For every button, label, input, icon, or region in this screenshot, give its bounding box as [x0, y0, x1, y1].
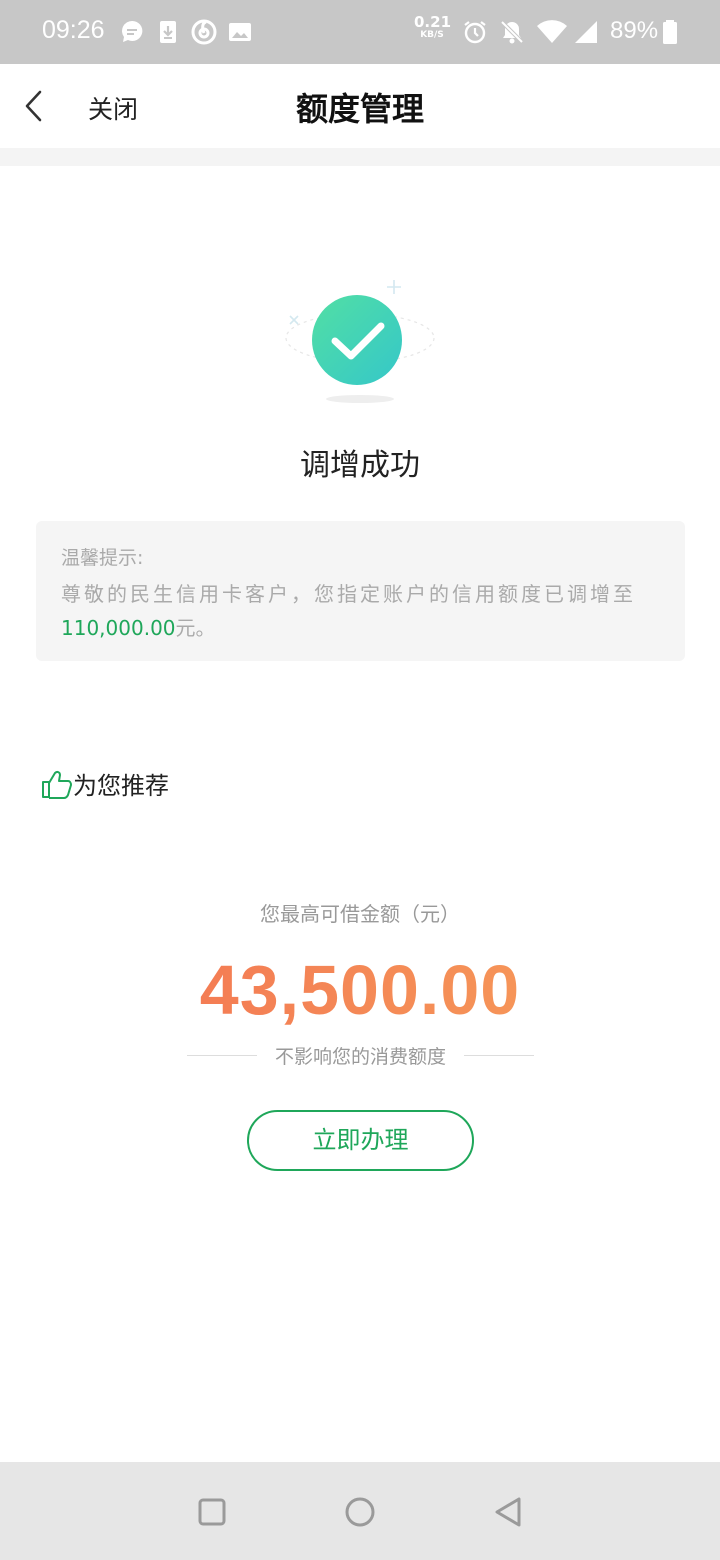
tip-body-suffix: 元。 — [175, 616, 216, 640]
image-icon — [229, 23, 251, 41]
tip-body: 尊敬的民生信用卡客户，您指定账户的信用额度已调增至 110,000.00元。 — [61, 577, 671, 645]
system-nav-bar — [0, 1462, 720, 1560]
tip-body-prefix: 尊敬的民生信用卡客户，您指定账户的信用额度已调增至 — [61, 582, 636, 606]
tip-title: 温馨提示: — [61, 547, 144, 569]
thumbs-up-icon — [42, 770, 72, 799]
success-check-icon — [285, 280, 435, 403]
loan-caption: 您最高可借金额（元） — [260, 902, 460, 926]
download-icon — [160, 21, 176, 43]
section-divider — [0, 148, 720, 166]
tip-box: 温馨提示: 尊敬的民生信用卡客户，您指定账户的信用额度已调增至 110,000.0… — [36, 521, 685, 661]
loan-note-row: 不影响您的消费额度 — [187, 1042, 534, 1068]
signal-icon — [575, 21, 597, 43]
apply-now-button[interactable]: 立即办理 — [247, 1110, 474, 1171]
battery-percent: 89% — [610, 17, 659, 44]
home-icon[interactable] — [340, 1492, 380, 1532]
success-status-text: 调增成功 — [300, 448, 420, 483]
wifi-icon — [537, 20, 567, 43]
status-time: 09:26 — [42, 16, 105, 44]
nav-bar: 关闭 额度管理 — [0, 64, 720, 148]
music-app-icon — [191, 19, 217, 45]
net-speed-unit: KB/S — [420, 30, 444, 40]
loan-amount: 43,500.00 — [0, 950, 720, 1030]
back-icon[interactable] — [488, 1492, 528, 1532]
page-title: 额度管理 — [295, 90, 424, 128]
mute-icon — [500, 20, 524, 44]
recent-apps-icon[interactable] — [192, 1492, 232, 1532]
net-speed-value: 0.21 — [414, 13, 452, 31]
net-speed: 0.21 KB/S — [414, 13, 452, 40]
alarm-icon — [464, 21, 486, 44]
tip-credit-amount: 110,000.00 — [61, 616, 176, 640]
recommend-label: 为您推荐 — [73, 772, 169, 800]
battery-icon — [663, 20, 677, 44]
chat-icon — [122, 20, 143, 42]
divider-line-right — [464, 1055, 534, 1056]
status-bar: 09:26 0.21 KB/S 89% — [0, 0, 720, 64]
